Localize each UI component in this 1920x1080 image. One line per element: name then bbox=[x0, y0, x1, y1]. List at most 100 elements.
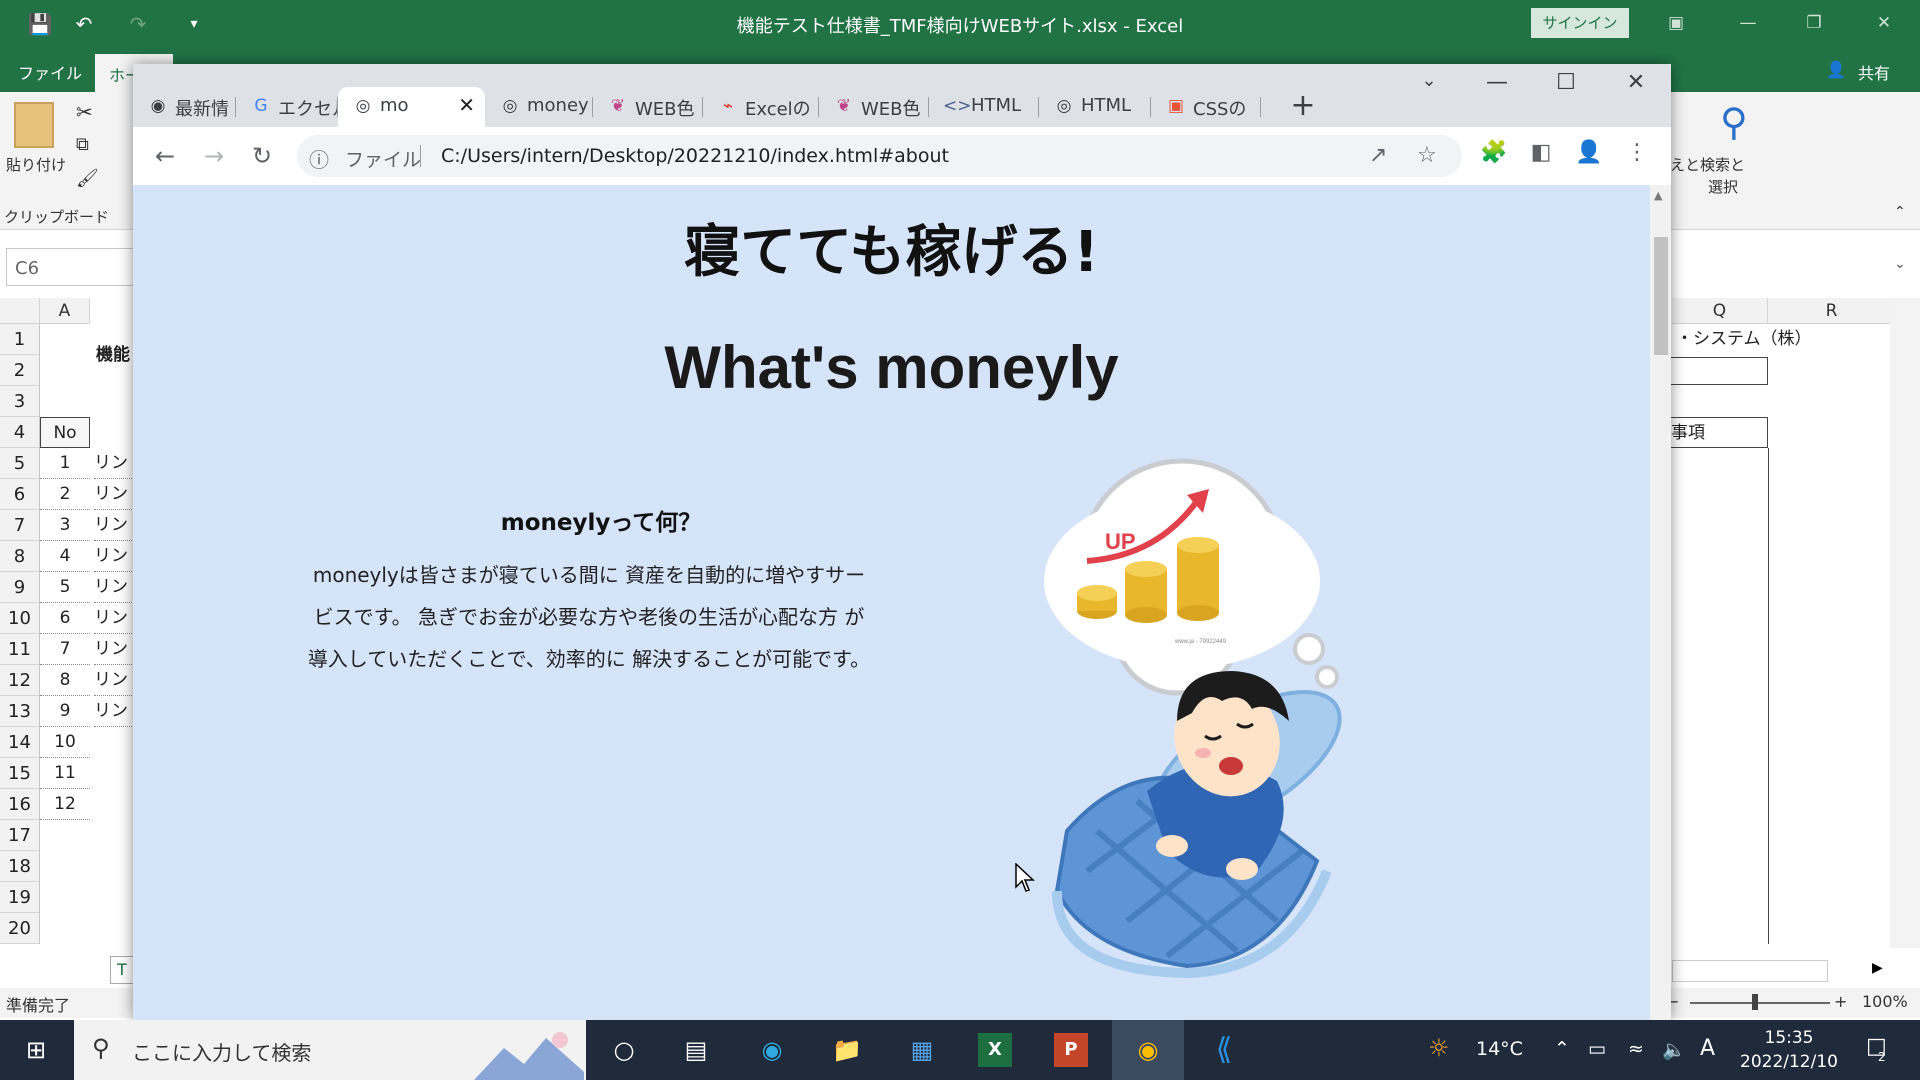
close-icon[interactable]: ✕ bbox=[1862, 8, 1906, 38]
tab-search-icon[interactable]: ⌄ bbox=[1409, 70, 1449, 91]
cell-no[interactable]: 9 bbox=[40, 696, 90, 727]
cell-item-partial[interactable]: リン bbox=[94, 510, 134, 541]
cell-item-partial[interactable]: リン bbox=[94, 603, 134, 634]
row-header[interactable]: 7 bbox=[0, 510, 40, 541]
excel-taskbar-icon[interactable]: X bbox=[978, 1033, 1012, 1067]
row-header[interactable]: 17 bbox=[0, 820, 40, 851]
cell-no[interactable]: 3 bbox=[40, 510, 90, 541]
cell-no[interactable]: 6 bbox=[40, 603, 90, 634]
windows-start-icon[interactable]: ⊞ bbox=[16, 1030, 56, 1070]
browser-tab[interactable]: ◎ mo ✕ bbox=[338, 87, 485, 127]
cell-no[interactable]: 10 bbox=[40, 727, 90, 758]
zoom-level[interactable]: 100% bbox=[1862, 992, 1908, 1011]
collapse-ribbon-icon[interactable]: ⌃ bbox=[1894, 204, 1906, 220]
weather-temp[interactable]: 14°C bbox=[1476, 1038, 1523, 1060]
browser-tab[interactable]: <> HTML bbox=[929, 87, 1039, 127]
column-header[interactable]: A bbox=[40, 298, 90, 324]
profile-avatar-icon[interactable]: 👤 bbox=[1573, 140, 1605, 165]
chrome-menu-icon[interactable]: ⋮ bbox=[1621, 140, 1653, 165]
page-scrollbar[interactable]: ▲ bbox=[1650, 185, 1671, 1020]
horizontal-scrollbar[interactable] bbox=[1672, 960, 1828, 982]
task-view-icon[interactable]: ▤ bbox=[676, 1030, 716, 1070]
chrome-minimize-icon[interactable]: — bbox=[1477, 70, 1517, 95]
reload-icon[interactable]: ↻ bbox=[245, 139, 279, 173]
expand-formula-icon[interactable]: ⌄ bbox=[1894, 256, 1906, 272]
taskbar-search-box[interactable]: ⚲ ここに入力して検索 bbox=[74, 1020, 586, 1080]
zoom-slider[interactable] bbox=[1690, 1002, 1830, 1004]
row-header[interactable]: 5 bbox=[0, 448, 40, 479]
wifi-icon[interactable]: ≈ bbox=[1628, 1038, 1644, 1060]
row-header[interactable]: 9 bbox=[0, 572, 40, 603]
show-hidden-icons[interactable]: ⌃ bbox=[1554, 1038, 1570, 1060]
cell-no[interactable]: 5 bbox=[40, 572, 90, 603]
scrollbar-thumb[interactable] bbox=[1654, 237, 1668, 355]
row-header[interactable]: 19 bbox=[0, 882, 40, 913]
column-header[interactable]: Q bbox=[1672, 298, 1768, 324]
cell-no[interactable]: 7 bbox=[40, 634, 90, 665]
browser-tab[interactable]: ◉ 最新情 bbox=[133, 87, 236, 127]
row-header[interactable]: 12 bbox=[0, 665, 40, 696]
cell-no[interactable]: 8 bbox=[40, 665, 90, 696]
new-tab-button[interactable]: + bbox=[1285, 88, 1321, 123]
row-header[interactable]: 1 bbox=[0, 324, 40, 355]
address-url[interactable]: C:/Users/intern/Desktop/20221210/index.h… bbox=[441, 145, 949, 167]
cell-no[interactable]: 12 bbox=[40, 789, 90, 820]
share-icon[interactable]: 👤 bbox=[1826, 60, 1846, 79]
cell-item-partial[interactable]: リン bbox=[94, 541, 134, 572]
side-panel-icon[interactable]: ◧ bbox=[1525, 140, 1557, 165]
minimize-icon[interactable]: — bbox=[1726, 8, 1770, 38]
weather-icon[interactable]: ☼ bbox=[1428, 1034, 1450, 1062]
scroll-up-icon[interactable]: ▲ bbox=[1654, 189, 1662, 202]
select-all[interactable] bbox=[0, 298, 40, 324]
address-bar[interactable]: ⓘ ファイル C:/Users/intern/Desktop/20221210/… bbox=[297, 135, 1462, 177]
info-icon[interactable]: ⓘ bbox=[309, 144, 329, 173]
zoom-in-icon[interactable]: + bbox=[1834, 992, 1847, 1011]
column-header[interactable]: R bbox=[1768, 298, 1896, 324]
cut-icon[interactable]: ✂ bbox=[76, 100, 93, 124]
back-icon[interactable]: ← bbox=[148, 139, 182, 173]
cell-item-partial[interactable]: リン bbox=[94, 634, 134, 665]
bookmark-star-icon[interactable]: ☆ bbox=[1417, 143, 1437, 168]
vscode-taskbar-icon[interactable]: ⟪ bbox=[1204, 1030, 1244, 1070]
share-page-icon[interactable]: ↗ bbox=[1369, 143, 1387, 168]
copy-icon[interactable]: ⧉ bbox=[76, 134, 89, 155]
extensions-icon[interactable]: 🧩 bbox=[1478, 140, 1510, 165]
share-button[interactable]: 共有 bbox=[1858, 60, 1890, 84]
ribbon-display-icon[interactable]: ▣ bbox=[1654, 8, 1698, 38]
cell-no[interactable]: 4 bbox=[40, 541, 90, 572]
browser-tab[interactable]: G エクセル bbox=[236, 87, 338, 127]
cell-item-partial[interactable]: リン bbox=[94, 665, 134, 696]
cell-no[interactable]: 11 bbox=[40, 758, 90, 789]
cell-item-partial[interactable]: リン bbox=[94, 448, 134, 479]
row-header[interactable]: 3 bbox=[0, 386, 40, 417]
paste-icon[interactable] bbox=[14, 102, 54, 148]
cell-no[interactable]: 1 bbox=[40, 448, 90, 479]
row-header[interactable]: 2 bbox=[0, 355, 40, 386]
taskbar-clock[interactable]: 15:35 2022/12/10 bbox=[1734, 1026, 1844, 1074]
row-header[interactable]: 4 bbox=[0, 417, 40, 448]
row-header[interactable]: 10 bbox=[0, 603, 40, 634]
signin-button[interactable]: サインイン bbox=[1531, 8, 1629, 38]
forward-icon[interactable]: → bbox=[197, 139, 231, 173]
zoom-slider-thumb[interactable] bbox=[1752, 994, 1758, 1010]
row-header[interactable]: 16 bbox=[0, 789, 40, 820]
restore-icon[interactable]: ❐ bbox=[1792, 8, 1836, 38]
tab-close-icon[interactable]: ✕ bbox=[458, 93, 475, 117]
row-header[interactable]: 13 bbox=[0, 696, 40, 727]
browser-tab[interactable]: ◎ HTML bbox=[1039, 87, 1151, 127]
row-header[interactable]: 14 bbox=[0, 727, 40, 758]
cortana-icon[interactable]: ○ bbox=[604, 1030, 644, 1070]
row-header[interactable]: 8 bbox=[0, 541, 40, 572]
store-icon[interactable]: ▦ bbox=[902, 1030, 942, 1070]
cell-item-partial[interactable]: リン bbox=[94, 479, 134, 510]
cell-item-partial[interactable]: リン bbox=[94, 696, 134, 727]
cell-no[interactable]: 2 bbox=[40, 479, 90, 510]
cell-item-partial[interactable]: リン bbox=[94, 572, 134, 603]
browser-tab[interactable]: ❦ WEB色 bbox=[593, 87, 703, 127]
browser-tab[interactable]: ⌁ Excelの bbox=[703, 87, 819, 127]
paste-button[interactable]: 貼り付け bbox=[6, 154, 66, 175]
row-header[interactable]: 6 bbox=[0, 479, 40, 510]
format-painter-icon[interactable]: 🖌 bbox=[76, 168, 99, 189]
chrome-maximize-icon[interactable]: ☐ bbox=[1546, 70, 1586, 95]
edge-icon[interactable]: ◉ bbox=[752, 1030, 792, 1070]
